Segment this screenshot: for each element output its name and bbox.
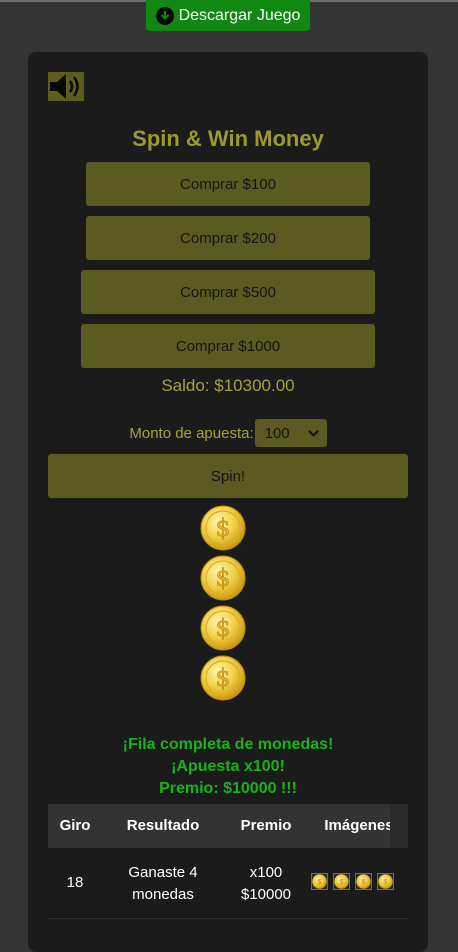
bet-amount-value: 100 (264, 424, 290, 442)
column-header-spin: Giro (59, 817, 91, 834)
buy-1000-button[interactable]: Comprar $1000 (81, 324, 375, 368)
table-header: Giro Resultado Premio Imágenes (48, 804, 408, 848)
coin-icon (200, 605, 246, 651)
coin-icon (200, 505, 246, 551)
result-line-prize: Premio: $10000 !!! (159, 780, 297, 797)
coin-icon (355, 873, 372, 890)
buy-100-button[interactable]: Comprar $100 (86, 162, 370, 206)
coin-icon (377, 873, 394, 890)
chevron-down-icon (307, 429, 319, 437)
buy-200-button[interactable]: Comprar $200 (86, 216, 370, 260)
coin-icon (200, 555, 246, 601)
table-row: 18 Ganaste 4 monedas x100 $10000 (48, 848, 408, 919)
prize-amount: $10000 (240, 886, 292, 903)
prize-multiplier: x100 (249, 864, 283, 881)
download-label: Descargar Juego (178, 6, 301, 24)
download-icon (155, 6, 174, 25)
result-text-line1: Ganaste 4 (128, 864, 198, 881)
result-line-row: ¡Fila completa de monedas! (122, 736, 334, 753)
coin-icon (311, 873, 328, 890)
game-title: Spin & Win Money (132, 126, 324, 151)
column-header-result: Resultado (126, 817, 200, 834)
sound-toggle-button[interactable] (48, 72, 84, 101)
result-message: ¡Fila completa de monedas! ¡Apuesta x100… (28, 734, 428, 800)
coin-icon (200, 655, 246, 701)
game-panel: Spin & Win Money Comprar $100 Comprar $2… (28, 52, 428, 952)
coin-icon (333, 873, 350, 890)
bet-row: Monto de apuesta: 100 (28, 419, 428, 447)
balance-text: Saldo: $10300.00 (161, 376, 295, 395)
result-cell: Ganaste 4 monedas (108, 862, 218, 906)
spin-button[interactable]: Spin! (48, 454, 408, 498)
result-text-line2: monedas (132, 886, 194, 903)
spin-number: 18 (66, 874, 84, 891)
bet-amount-select[interactable]: 100 (254, 419, 327, 447)
buy-500-button[interactable]: Comprar $500 (81, 270, 375, 314)
result-line-bet: ¡Apuesta x100! (171, 758, 285, 775)
bet-label: Monto de apuesta: (129, 424, 254, 442)
column-header-prize: Premio (240, 817, 292, 834)
scrollbar[interactable] (390, 804, 408, 848)
images-cell (311, 873, 394, 890)
download-game-button[interactable]: Descargar Juego (146, 0, 310, 31)
speaker-icon (50, 74, 79, 99)
prize-cell: x100 $10000 (228, 862, 304, 906)
